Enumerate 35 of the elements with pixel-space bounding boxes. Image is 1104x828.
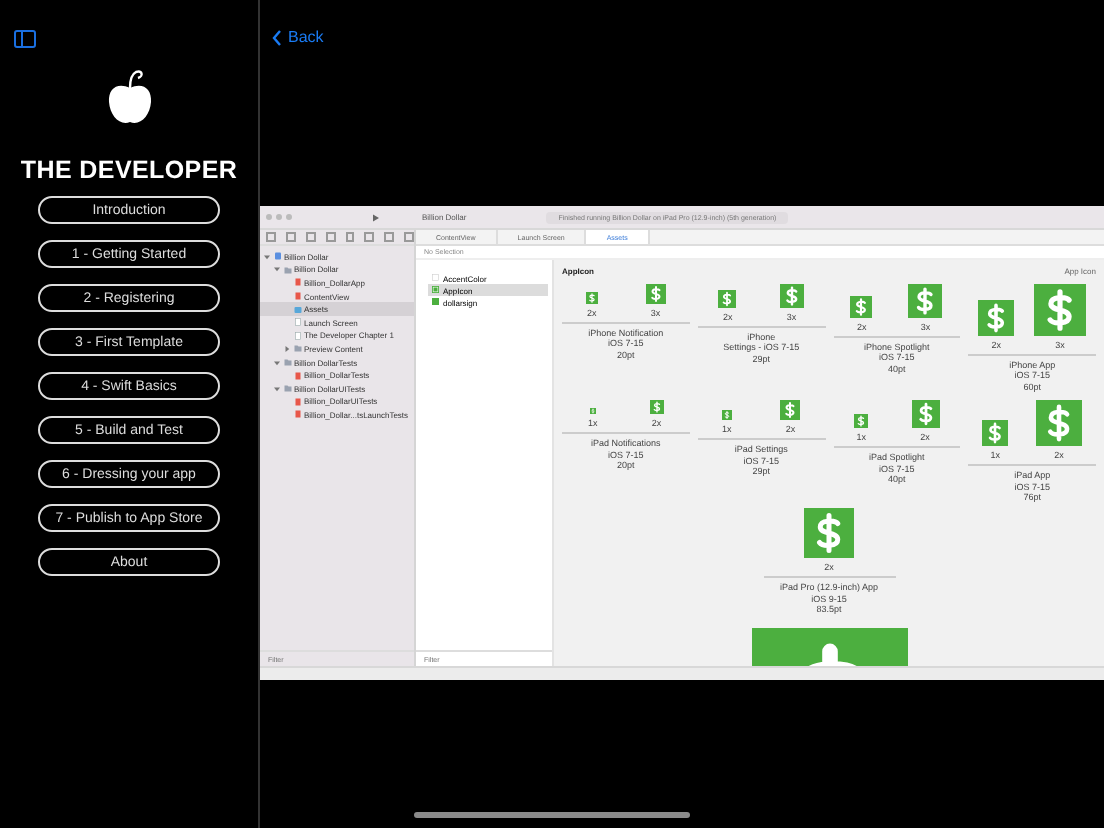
dollar-icon xyxy=(589,408,596,415)
dollar-icon xyxy=(978,300,1015,336)
disclosure-icon[interactable] xyxy=(274,385,280,392)
dollar-icon xyxy=(649,400,664,415)
sidebar-toggle-icon[interactable] xyxy=(14,30,36,48)
folder-icon xyxy=(283,384,291,393)
dollar-icon xyxy=(718,290,737,308)
swift-file-icon xyxy=(293,371,301,380)
chevron-left-icon xyxy=(272,29,282,45)
dollar-icon xyxy=(850,296,873,318)
apple-logo xyxy=(105,68,153,128)
app-title: THE DEVELOPER xyxy=(20,156,238,184)
dollar-icon xyxy=(779,284,804,308)
dollar-icon xyxy=(645,284,666,304)
asset-catalog-icon xyxy=(293,305,301,314)
dollar-icon xyxy=(780,400,801,421)
folder-icon xyxy=(283,265,291,274)
dollar-icon xyxy=(908,284,943,318)
dollar-icon xyxy=(982,420,1009,447)
back-button[interactable]: Back xyxy=(272,28,1104,46)
dollar-icon xyxy=(1036,400,1083,447)
disclosure-icon[interactable] xyxy=(274,359,280,366)
play-icon[interactable] xyxy=(372,213,380,221)
dollar-icon xyxy=(1034,284,1087,336)
dollar-icon xyxy=(854,414,869,429)
app-icon-set-icon xyxy=(432,286,439,294)
dollar-icon xyxy=(804,508,854,559)
image-asset-icon xyxy=(432,298,439,306)
dollar-icon xyxy=(585,292,598,304)
project-icon xyxy=(273,252,281,261)
disclosure-icon[interactable] xyxy=(274,266,280,273)
dollar-icon xyxy=(721,410,732,421)
disclosure-icon[interactable] xyxy=(264,253,270,260)
disclosure-icon[interactable] xyxy=(284,345,290,352)
dollar-icon xyxy=(911,400,940,429)
